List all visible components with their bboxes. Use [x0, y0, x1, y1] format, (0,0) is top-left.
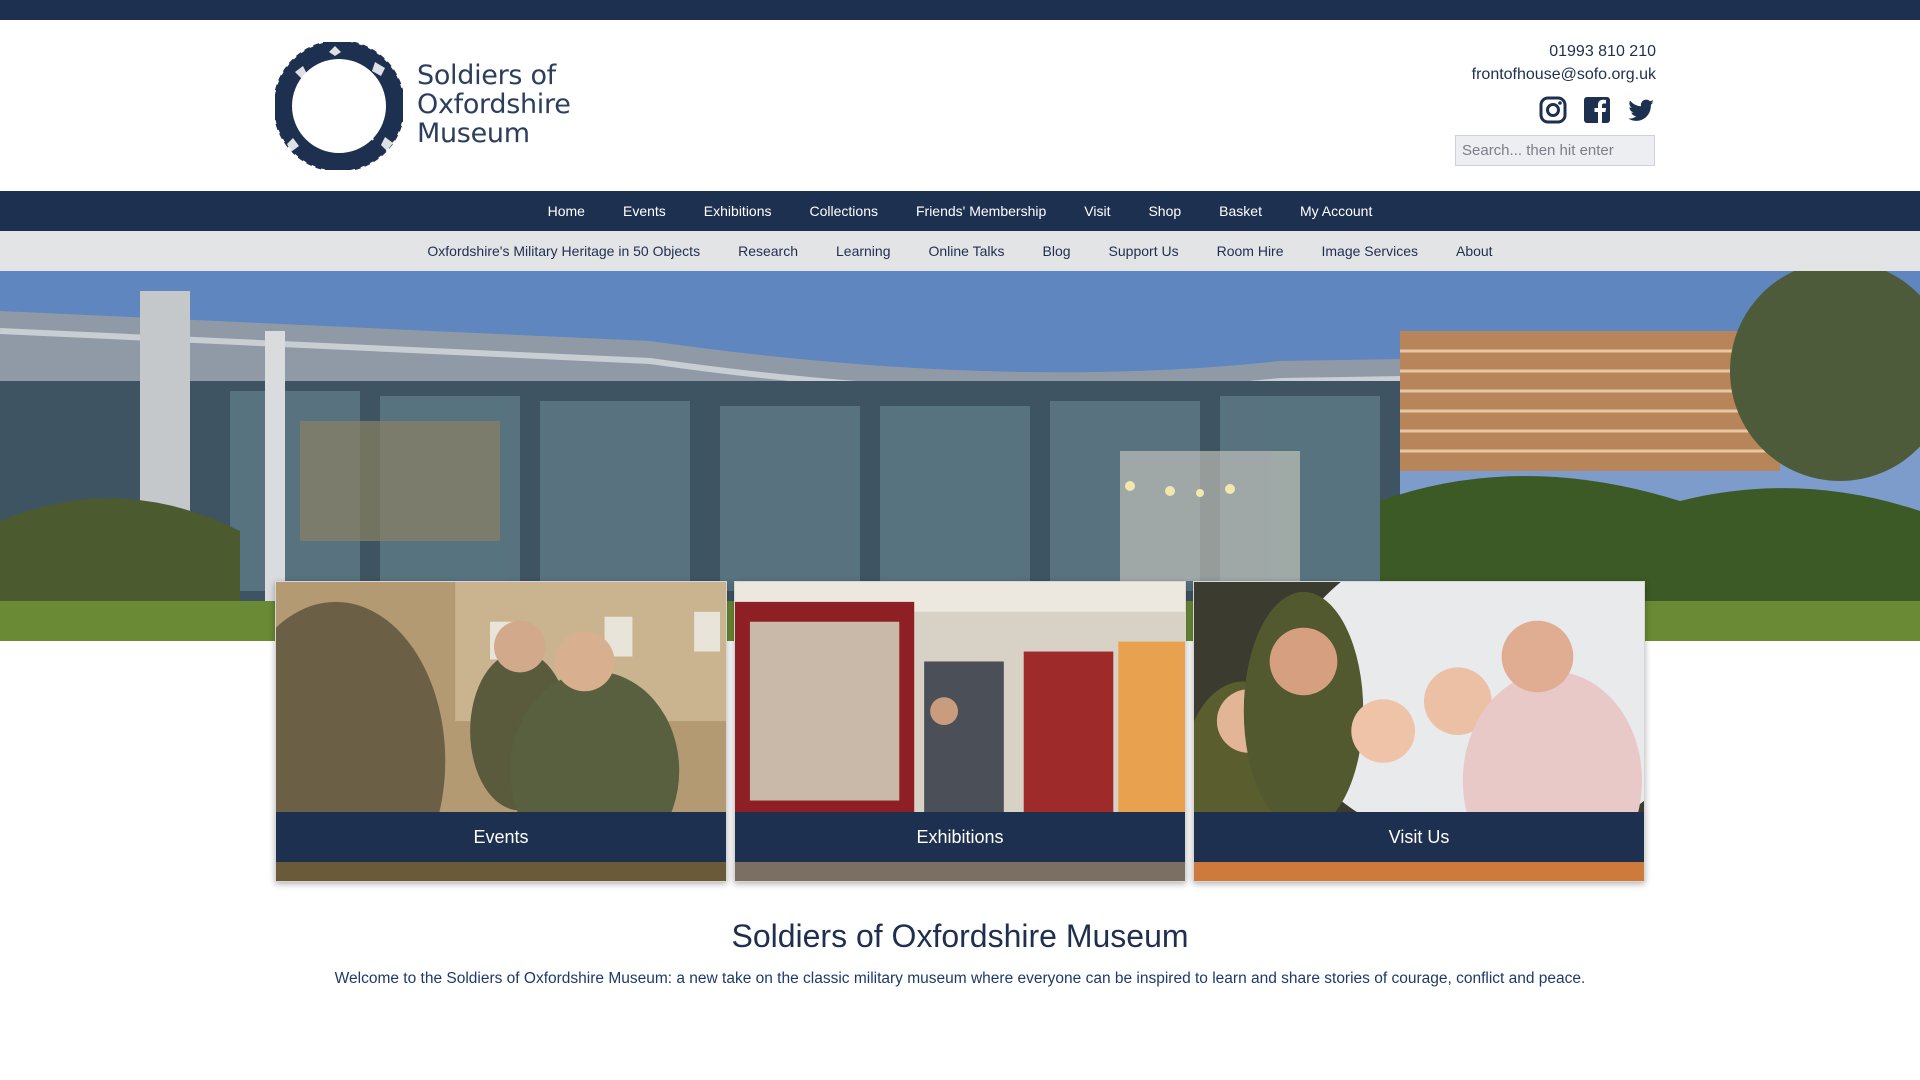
- card-label: Events: [276, 812, 726, 862]
- nav-item-exhibitions[interactable]: Exhibitions: [704, 203, 772, 219]
- contact-info: 01993 810 210 frontofhouse@sofo.org.uk: [1472, 40, 1656, 86]
- subnav-item-image-services[interactable]: Image Services: [1322, 243, 1418, 259]
- subnav-item-50-objects[interactable]: Oxfordshire's Military Heritage in 50 Ob…: [427, 243, 700, 259]
- main-nav: Home Events Exhibitions Collections Frie…: [0, 191, 1920, 231]
- nav-item-shop[interactable]: Shop: [1148, 203, 1181, 219]
- page-title: Soldiers of Oxfordshire Museum: [731, 918, 1189, 954]
- top-bar: [0, 0, 1920, 20]
- site-header: Soldiers of Oxfordshire Museum 01993 810…: [0, 20, 1920, 191]
- intro-section: Soldiers of Oxfordshire Museum Welcome t…: [330, 918, 1590, 990]
- nav-item-my-account[interactable]: My Account: [1300, 203, 1372, 219]
- instagram-icon[interactable]: [1538, 95, 1568, 125]
- nav-item-basket[interactable]: Basket: [1219, 203, 1262, 219]
- subnav-item-learning[interactable]: Learning: [836, 243, 891, 259]
- nav-item-visit[interactable]: Visit: [1084, 203, 1110, 219]
- site-logo[interactable]: Soldiers of Oxfordshire Museum: [275, 42, 571, 170]
- logo-line: Oxfordshire: [417, 89, 571, 120]
- nav-item-collections[interactable]: Collections: [810, 203, 878, 219]
- phone-link[interactable]: 01993 810 210: [1472, 40, 1656, 63]
- social-links: [1538, 95, 1656, 125]
- subnav-item-about[interactable]: About: [1456, 243, 1493, 259]
- logo-line: Soldiers of: [417, 60, 556, 91]
- logo-line: Museum: [417, 118, 530, 149]
- email-link[interactable]: frontofhouse@sofo.org.uk: [1472, 63, 1656, 86]
- museum-emblem-icon: [275, 42, 403, 170]
- facebook-icon[interactable]: [1582, 95, 1612, 125]
- nav-item-events[interactable]: Events: [623, 203, 666, 219]
- card-label: Visit Us: [1194, 812, 1644, 862]
- subnav-item-online-talks[interactable]: Online Talks: [929, 243, 1005, 259]
- card-exhibitions[interactable]: Exhibitions: [734, 581, 1186, 882]
- twitter-icon[interactable]: [1626, 95, 1656, 125]
- search-input[interactable]: [1455, 135, 1655, 166]
- feature-cards: Events Exhibitions Visit Us: [275, 581, 1645, 882]
- logo-wordmark: Soldiers of Oxfordshire Museum: [417, 61, 571, 148]
- subnav-item-support-us[interactable]: Support Us: [1109, 243, 1179, 259]
- subnav-item-research[interactable]: Research: [738, 243, 798, 259]
- nav-item-home[interactable]: Home: [548, 203, 585, 219]
- secondary-nav: Oxfordshire's Military Heritage in 50 Ob…: [0, 231, 1920, 271]
- card-events[interactable]: Events: [275, 581, 727, 882]
- subnav-item-room-hire[interactable]: Room Hire: [1217, 243, 1284, 259]
- card-visit-us[interactable]: Visit Us: [1193, 581, 1645, 882]
- nav-item-friends-membership[interactable]: Friends' Membership: [916, 203, 1046, 219]
- subnav-item-blog[interactable]: Blog: [1043, 243, 1071, 259]
- card-label: Exhibitions: [735, 812, 1185, 862]
- intro-text: Welcome to the Soldiers of Oxfordshire M…: [334, 970, 1586, 987]
